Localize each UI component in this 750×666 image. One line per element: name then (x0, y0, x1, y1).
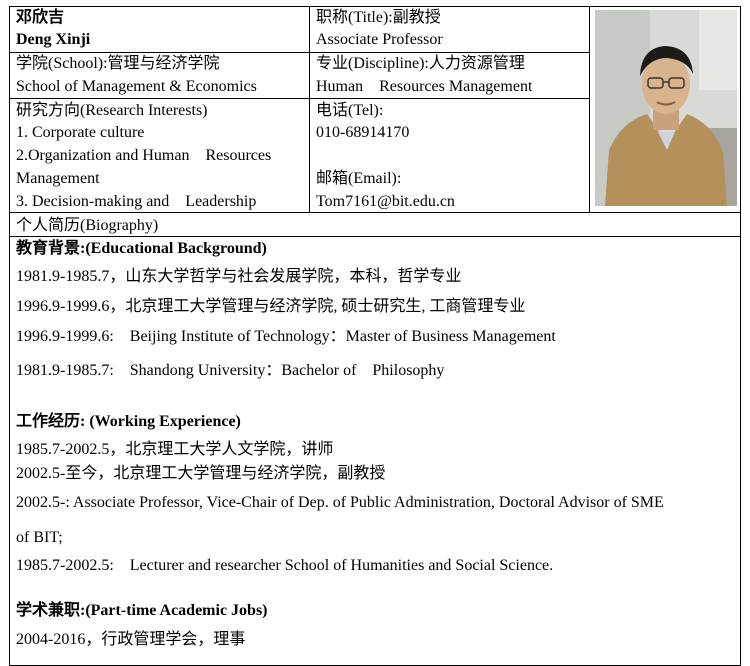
education-entry: 1996.9-1999.6: Beijing Institute of Tech… (16, 328, 556, 345)
work-heading: 工作经历: (Working Experience) (16, 413, 241, 430)
profile-photo (595, 10, 737, 206)
name-cn: 邓欣吉 (16, 9, 65, 26)
research-label: 研究方向(Research Interests) (16, 102, 208, 119)
title-en: Associate Professor (316, 31, 443, 48)
email-value[interactable]: Tom7161@bit.edu.cn (316, 193, 455, 211)
education-entry: 1981.9-1985.7，山东大学哲学与社会发展学院，本科，哲学专业 (16, 268, 462, 285)
work-entry: 2002.5-至今，北京理工大学管理与经济学院，副教授 (16, 465, 386, 482)
discipline-en: Human Resources Management (316, 78, 533, 95)
name-en: Deng Xinji (16, 31, 91, 48)
research-item: 3. Decision-making and Leadership (16, 193, 257, 210)
work-entry: 1985.7-2002.5: Lecturer and researcher S… (16, 557, 554, 574)
work-entry: of BIT; (16, 529, 63, 546)
tel-value: 010-68914170 (316, 124, 410, 141)
school-label: 学院(School):管理与经济学院 (16, 55, 220, 72)
parttime-entry: 2004-2016，行政管理学会，理事 (16, 631, 246, 648)
education-heading: 教育背景:(Educational Background) (16, 240, 267, 257)
tel-label: 电话(Tel): (316, 102, 384, 119)
parttime-heading: 学术兼职:(Part-time Academic Jobs) (16, 602, 268, 619)
education-entry: 1981.9-1985.7: Shandong University：Bache… (16, 362, 445, 379)
biography-label: 个人简历(Biography) (16, 217, 159, 234)
title-label: 职称(Title):副教授 (316, 9, 441, 26)
school-en: School of Management & Economics (16, 78, 257, 95)
research-item: 1. Corporate culture (16, 124, 145, 141)
person-portrait-image (595, 10, 737, 206)
work-entry: 2002.5-: Associate Professor, Vice-Chair… (16, 494, 664, 511)
discipline-label: 专业(Discipline):人力资源管理 (316, 55, 525, 72)
research-item: 2.Organization and Human Resources (16, 147, 272, 164)
research-item: Management (16, 170, 100, 187)
education-entry: 1996.9-1999.6，北京理工大学管理与经济学院, 硕士研究生, 工商管理… (16, 298, 526, 315)
email-label: 邮箱(Email): (316, 170, 402, 187)
work-entry: 1985.7-2002.5，北京理工大学人文学院，讲师 (16, 441, 334, 458)
